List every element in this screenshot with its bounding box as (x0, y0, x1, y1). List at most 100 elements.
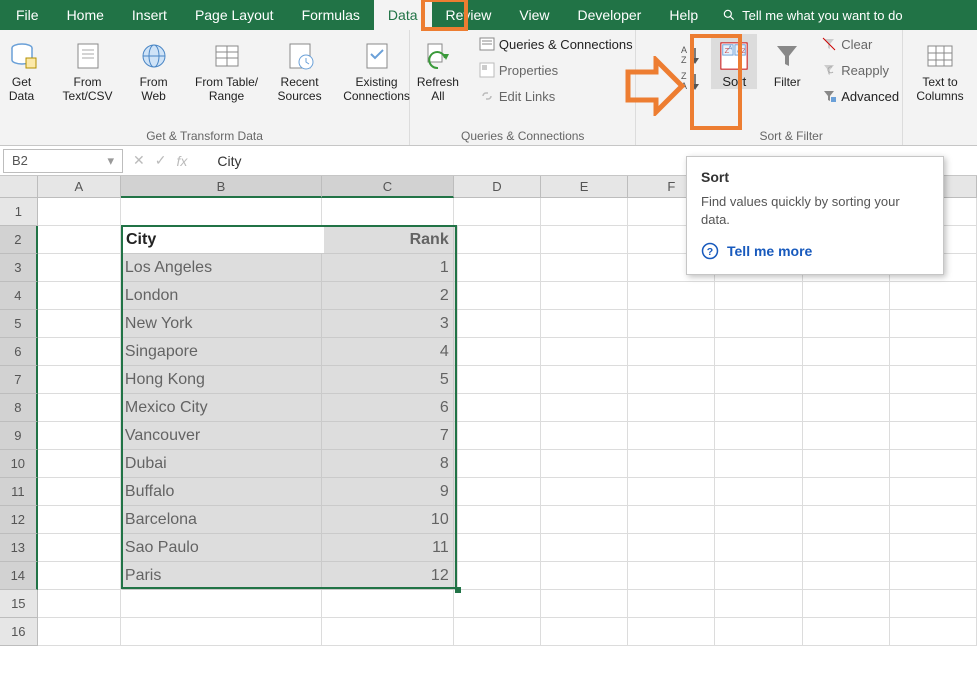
cell[interactable] (454, 394, 541, 422)
cell[interactable] (890, 534, 977, 562)
cell[interactable]: Mexico City (121, 394, 322, 422)
cell[interactable]: 5 (322, 366, 454, 394)
edit-links-button[interactable]: Edit Links (475, 86, 637, 106)
tab-page-layout[interactable]: Page Layout (181, 0, 288, 30)
cell[interactable]: 2 (322, 282, 454, 310)
cell[interactable] (454, 198, 541, 226)
from-table-range-button[interactable]: From Table/ Range (191, 34, 263, 104)
cell[interactable] (715, 618, 802, 646)
cell[interactable] (454, 282, 541, 310)
cell[interactable] (628, 394, 715, 422)
cell[interactable]: 3 (322, 310, 454, 338)
row-header-4[interactable]: 4 (0, 282, 38, 310)
cell[interactable] (890, 310, 977, 338)
cell[interactable] (715, 478, 802, 506)
col-header-C[interactable]: C (322, 176, 454, 198)
cell[interactable] (454, 478, 541, 506)
cell[interactable] (890, 562, 977, 590)
cell[interactable] (628, 478, 715, 506)
sort-button[interactable]: ZAAZ Sort (711, 34, 757, 89)
cell[interactable] (628, 562, 715, 590)
cell[interactable] (454, 506, 541, 534)
cell[interactable] (121, 590, 322, 618)
tab-review[interactable]: Review (432, 0, 506, 30)
cell[interactable] (541, 590, 628, 618)
cell[interactable] (890, 338, 977, 366)
cell[interactable] (628, 590, 715, 618)
cell[interactable]: Barcelona (121, 506, 322, 534)
cell[interactable] (803, 338, 890, 366)
cell[interactable] (454, 310, 541, 338)
cell[interactable] (541, 422, 628, 450)
cell[interactable]: City (121, 226, 322, 254)
cell[interactable] (38, 422, 121, 450)
cell[interactable] (454, 534, 541, 562)
cell[interactable] (803, 506, 890, 534)
cell[interactable] (38, 618, 121, 646)
cell[interactable] (541, 310, 628, 338)
row-header-14[interactable]: 14 (0, 562, 38, 590)
cell[interactable] (890, 422, 977, 450)
cell[interactable]: Buffalo (121, 478, 322, 506)
row-header-12[interactable]: 12 (0, 506, 38, 534)
cell[interactable] (715, 506, 802, 534)
cell[interactable] (890, 394, 977, 422)
cell[interactable] (454, 226, 541, 254)
cell[interactable] (322, 590, 454, 618)
cell[interactable] (454, 422, 541, 450)
filter-button[interactable]: Filter (765, 34, 809, 90)
cell[interactable] (715, 590, 802, 618)
cell[interactable] (715, 394, 802, 422)
cell[interactable] (38, 590, 121, 618)
cell[interactable] (628, 282, 715, 310)
cell[interactable] (715, 422, 802, 450)
cell[interactable] (541, 618, 628, 646)
cell[interactable]: Paris (121, 562, 322, 590)
cell[interactable] (628, 618, 715, 646)
cell[interactable] (541, 254, 628, 282)
cell[interactable]: Dubai (121, 450, 322, 478)
cell[interactable] (628, 450, 715, 478)
cell[interactable] (628, 310, 715, 338)
row-header-8[interactable]: 8 (0, 394, 38, 422)
cell[interactable] (541, 282, 628, 310)
cell[interactable] (715, 310, 802, 338)
col-header-A[interactable]: A (38, 176, 121, 198)
clear-button[interactable]: Clear (817, 34, 903, 54)
row-header-16[interactable]: 16 (0, 618, 38, 646)
cell[interactable] (454, 338, 541, 366)
cell[interactable] (38, 478, 121, 506)
existing-connections-button[interactable]: Existing Connections (337, 34, 417, 104)
cell[interactable] (454, 562, 541, 590)
cell[interactable] (541, 478, 628, 506)
name-box[interactable]: B2▾ (3, 149, 123, 173)
sort-desc-icon[interactable]: ZA (679, 70, 703, 92)
cell[interactable]: 6 (322, 394, 454, 422)
cell[interactable] (715, 282, 802, 310)
cell[interactable] (890, 590, 977, 618)
tell-me-search[interactable]: Tell me what you want to do (712, 8, 902, 23)
cell[interactable] (803, 590, 890, 618)
cell[interactable] (803, 450, 890, 478)
cell[interactable] (541, 450, 628, 478)
cell[interactable] (715, 366, 802, 394)
accept-formula-icon[interactable]: ✓ (155, 152, 167, 169)
row-header-1[interactable]: 1 (0, 198, 38, 226)
cell[interactable] (38, 366, 121, 394)
col-header-E[interactable]: E (541, 176, 628, 198)
cell[interactable] (454, 590, 541, 618)
cell[interactable] (322, 618, 454, 646)
cell[interactable] (541, 226, 628, 254)
cell[interactable] (541, 338, 628, 366)
cell[interactable] (38, 506, 121, 534)
cell[interactable] (454, 254, 541, 282)
cell[interactable]: Rank (322, 226, 454, 254)
cell[interactable] (541, 562, 628, 590)
cell[interactable]: 9 (322, 478, 454, 506)
reapply-button[interactable]: Reapply (817, 60, 903, 80)
cell[interactable]: 10 (322, 506, 454, 534)
cell[interactable]: London (121, 282, 322, 310)
cell[interactable] (803, 394, 890, 422)
cell[interactable] (541, 534, 628, 562)
cell[interactable] (890, 618, 977, 646)
